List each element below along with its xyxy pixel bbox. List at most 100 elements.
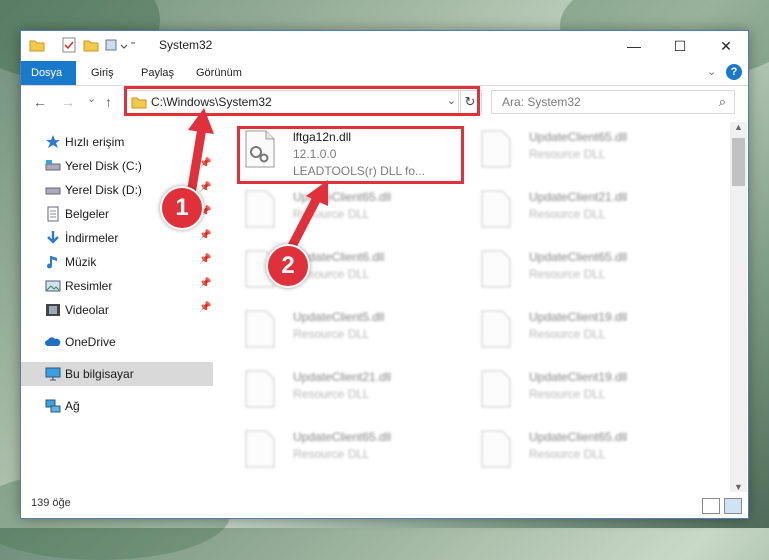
sidebar-item-label: İndirmeler — [65, 231, 119, 245]
maximize-button[interactable]: ☐ — [657, 31, 703, 61]
file-item[interactable]: UpdateClient65.dll Resource DLL — [239, 182, 465, 240]
sidebar-item-label: Videolar — [65, 303, 109, 317]
dll-file-icon — [245, 190, 275, 228]
file-name: UpdateClient65.dll — [529, 250, 628, 264]
file-type: Resource DLL — [529, 447, 606, 461]
search-icon: ⌕ — [718, 94, 726, 109]
sidebar-item-label: Resimler — [65, 279, 113, 293]
search-input[interactable]: Ara: System32 ⌕ — [491, 90, 735, 114]
pin-icon[interactable]: 📌 — [199, 254, 211, 265]
computer-icon — [45, 366, 61, 382]
file-name: UpdateClient21.dll — [529, 190, 628, 204]
sidebar-item-pictures[interactable]: Resimler 📌 — [21, 274, 213, 298]
scroll-down-icon[interactable]: ▼ — [734, 482, 743, 492]
dll-file-icon — [481, 370, 511, 408]
file-type: Resource DLL — [529, 147, 606, 161]
close-button[interactable]: ✕ — [703, 31, 749, 61]
drive-icon — [45, 158, 61, 174]
pin-icon[interactable]: 📌 — [199, 278, 211, 289]
file-item[interactable]: UpdateClient5.dll Resource DLL — [239, 302, 465, 360]
file-item[interactable]: UpdateClient21.dll Resource DLL — [475, 182, 701, 240]
network-icon — [45, 398, 61, 414]
window-title: System32 — [159, 38, 213, 52]
back-button[interactable]: ← — [33, 94, 47, 110]
file-name: UpdateClient21.dll — [293, 370, 392, 384]
sidebar-item-onedrive[interactable]: OneDrive — [21, 330, 213, 354]
folder-icon — [29, 37, 45, 53]
file-type: Resource DLL — [529, 207, 606, 221]
sidebar-item-label: Müzik — [65, 255, 97, 269]
file-item[interactable]: UpdateClient19.dll Resource DLL — [475, 302, 701, 360]
dll-file-icon — [481, 430, 511, 468]
details-view-icon[interactable] — [702, 498, 720, 514]
status-bar: 139 öğe — [21, 492, 748, 518]
address-bar-highlight — [124, 86, 480, 116]
file-item[interactable]: UpdateClient65.dll Resource DLL — [239, 422, 465, 480]
file-item[interactable]: UpdateClient21.dll Resource DLL — [239, 362, 465, 420]
sidebar-item-label: Ağ — [65, 399, 80, 413]
file-name: UpdateClient65.dll — [529, 430, 628, 444]
sidebar-item-label: Bu bilgisayar — [65, 367, 134, 381]
file-highlight — [237, 126, 464, 184]
sidebar-item-videos[interactable]: Videolar 📌 — [21, 298, 213, 322]
file-name: UpdateClient65.dll — [293, 190, 392, 204]
step-1-badge: 1 — [160, 186, 204, 230]
file-item[interactable]: UpdateClient65.dll Resource DLL — [475, 242, 701, 300]
sidebar-item-this-pc[interactable]: Bu bilgisayar — [21, 362, 213, 386]
sidebar-item-music[interactable]: Müzik 📌 — [21, 250, 213, 274]
tab-view[interactable]: Görünüm — [186, 61, 252, 85]
pin-icon[interactable]: 📌 — [199, 182, 211, 193]
downloads-icon — [45, 230, 61, 246]
file-item[interactable]: UpdateClient65.dll Resource DLL — [475, 422, 701, 480]
scrollbar-thumb[interactable] — [732, 138, 745, 186]
pictures-icon — [45, 278, 61, 294]
file-type: Resource DLL — [529, 327, 606, 341]
expand-ribbon-icon[interactable]: ⌄ — [707, 65, 716, 78]
dll-file-icon — [481, 190, 511, 228]
sidebar-item-drive-c[interactable]: Yerel Disk (C:) 📌 — [21, 154, 213, 178]
sidebar-item-network[interactable]: Ağ — [21, 394, 213, 418]
file-type: Resource DLL — [293, 387, 370, 401]
cloud-icon — [45, 334, 61, 350]
vertical-scrollbar[interactable]: ▲ ▼ — [730, 122, 747, 492]
file-name: UpdateClient65.dll — [529, 130, 628, 144]
pin-icon[interactable]: 📌 — [199, 230, 211, 241]
drive-icon — [45, 182, 61, 198]
pin-icon[interactable]: 📌 — [199, 302, 211, 313]
sidebar-item-label: Hızlı erişim — [65, 135, 125, 149]
scroll-up-icon[interactable]: ▲ — [734, 122, 743, 132]
search-placeholder: Ara: System32 — [502, 95, 581, 109]
music-icon — [45, 254, 61, 270]
help-icon[interactable]: ? — [726, 64, 742, 80]
file-type: Resource DLL — [293, 327, 370, 341]
dll-file-icon — [481, 250, 511, 288]
file-item[interactable]: UpdateClient19.dll Resource DLL — [475, 362, 701, 420]
file-type: Resource DLL — [529, 387, 606, 401]
customize-toolbar-icon[interactable] — [105, 37, 135, 53]
step-2-badge: 2 — [266, 244, 310, 288]
sidebar-item-label: Belgeler — [65, 207, 110, 221]
ribbon-tabs: Dosya Giriş Paylaş Görünüm ⌄ ? — [21, 61, 748, 86]
file-item[interactable]: UpdateClient65.dll Resource DLL — [475, 122, 701, 180]
sidebar-item-quick-access[interactable]: Hızlı erişim — [21, 130, 213, 154]
dll-file-icon — [481, 130, 511, 168]
tab-share[interactable]: Paylaş — [131, 61, 184, 85]
dll-file-icon — [245, 310, 275, 348]
up-button[interactable]: ↑ — [105, 94, 112, 110]
minimize-button[interactable]: — — [611, 31, 657, 61]
file-name: UpdateClient19.dll — [529, 310, 628, 324]
large-icons-view-icon[interactable] — [724, 498, 742, 514]
file-type: Resource DLL — [293, 447, 370, 461]
navigation-pane: Hızlı erişim Yerel Disk (C:) 📌 Yerel Dis… — [21, 122, 213, 492]
new-folder-icon[interactable] — [83, 37, 99, 53]
dll-file-icon — [481, 310, 511, 348]
tab-home[interactable]: Giriş — [81, 61, 124, 85]
forward-button[interactable]: → — [61, 94, 75, 110]
properties-icon[interactable] — [61, 37, 77, 53]
arrow-to-file — [285, 180, 328, 255]
tab-file[interactable]: Dosya — [21, 61, 76, 85]
recent-locations-button[interactable]: ⌄ — [87, 92, 96, 105]
dll-file-icon — [245, 370, 275, 408]
sidebar-item-label: Yerel Disk (D:) — [65, 183, 142, 197]
sidebar-item-label: Yerel Disk (C:) — [65, 159, 142, 173]
